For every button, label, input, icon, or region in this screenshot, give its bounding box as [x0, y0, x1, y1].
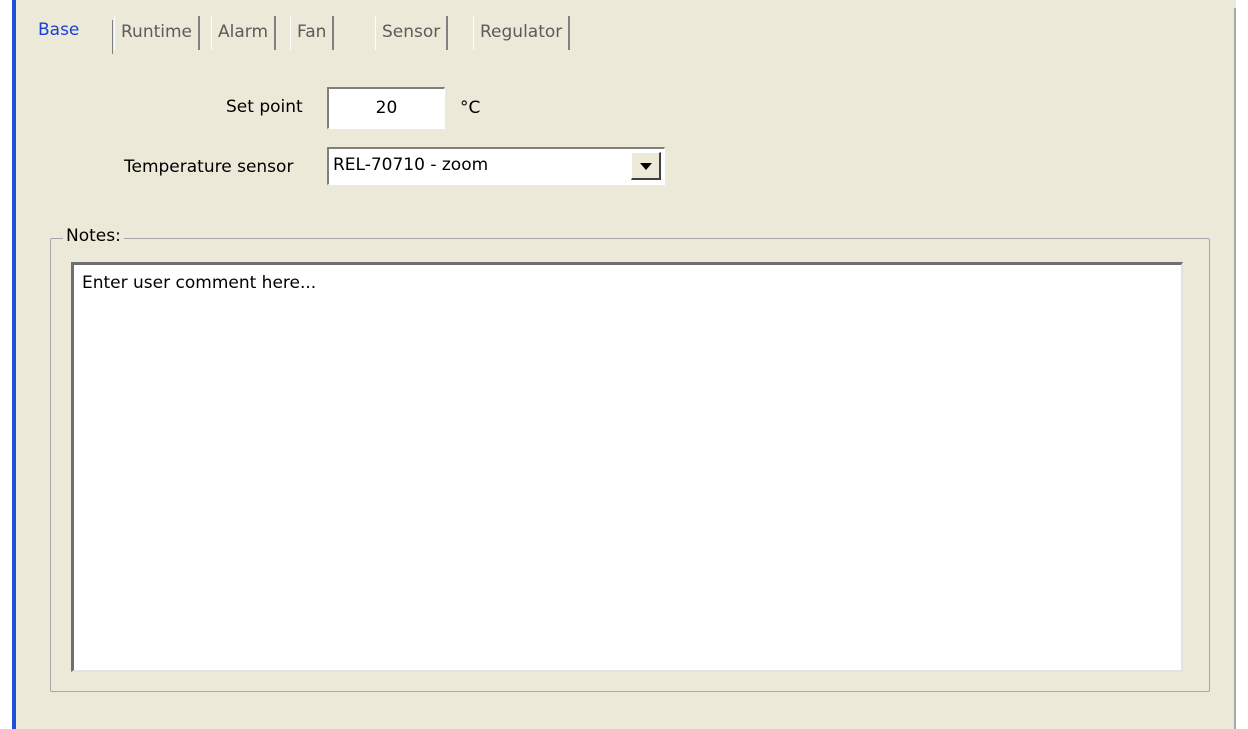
temperature-sensor-select[interactable]: REL-70710 - zoom [327, 147, 665, 185]
notes-placeholder-text: Enter user comment here... [82, 273, 317, 293]
chevron-down-icon [640, 163, 652, 170]
notes-textarea[interactable]: Enter user comment here... [71, 262, 1183, 672]
temperature-sensor-value: REL-70710 - zoom [333, 155, 489, 175]
window-right-edge [1236, 0, 1248, 729]
setpoint-unit-label: °C [460, 98, 481, 118]
tab-runtime[interactable]: Runtime [114, 16, 201, 50]
tab-base[interactable]: Base [32, 14, 85, 48]
window-accent-border [12, 0, 16, 729]
temperature-sensor-label: Temperature sensor [124, 157, 294, 177]
tab-regulator[interactable]: Regulator [473, 16, 571, 50]
window-left-edge [0, 0, 12, 729]
dropdown-button[interactable] [631, 152, 661, 180]
tab-fan[interactable]: Fan [290, 16, 335, 50]
notes-legend: Notes: [63, 226, 124, 246]
tab-alarm[interactable]: Alarm [211, 16, 277, 50]
tab-sensor[interactable]: Sensor [375, 16, 449, 50]
setpoint-label: Set point [226, 97, 303, 117]
setpoint-input[interactable]: 20 [327, 87, 445, 129]
tab-divider [112, 20, 113, 54]
